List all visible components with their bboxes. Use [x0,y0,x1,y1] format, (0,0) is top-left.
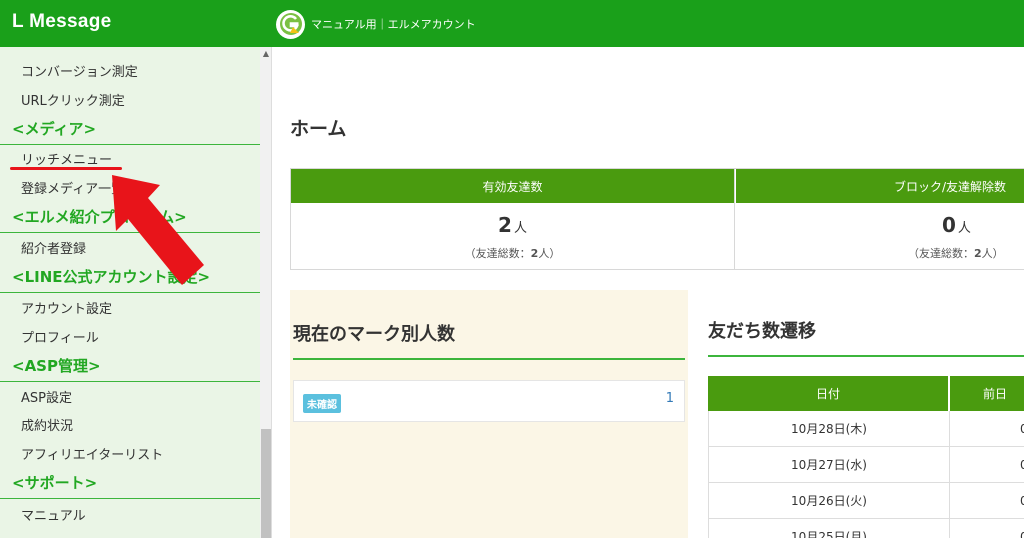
scroll-up-icon[interactable]: ▲ [260,49,271,59]
section-divider [0,292,260,293]
stat-total: （友達総数：2人） [291,245,734,261]
section-divider [0,381,260,382]
mark-count-link[interactable]: 1 [666,391,674,406]
stat-unit: 人 [957,221,971,236]
page-title: ホーム [290,118,347,140]
main-content: ホーム 有効友達数 2人 （友達総数：2人） ブロック/友達解除数 0人 （友達… [273,47,1024,538]
stat-total-prefix: （友達総数： [464,247,531,260]
sidebar: コンバージョン測定 URLクリック測定 <メディア> リッチメニュー 登録メディ… [0,47,272,538]
table-header-date: 日付 [708,376,949,411]
stat-header: 有効友達数 [291,169,734,203]
sidebar-section-asp: <ASP管理> [12,357,101,375]
friend-stats-table: 有効友達数 2人 （友達総数：2人） ブロック/友達解除数 0人 （友達総数：2… [290,168,1024,270]
section-divider [293,358,685,360]
table-cell-value: 0 [950,519,1024,538]
stat-total-value: 2 [974,247,982,260]
sidebar-section-support: <サポート> [12,474,98,492]
sidebar-item-affiliate-list[interactable]: アフィリエイターリスト [21,444,163,463]
table-cell-value: 0 [950,411,1024,447]
mark-badge: 未確認 [303,394,341,413]
section-divider [0,498,260,499]
stat-total-prefix: （友達総数： [908,247,974,260]
sidebar-item-media-list[interactable]: 登録メディア一覧 [21,178,124,197]
sidebar-item-asp-settings[interactable]: ASP設定 [21,387,72,406]
table-header-previous-day: 前日 [950,376,1024,411]
stat-number: 2 [498,213,512,237]
friends-trend-title: 友だち数遷移 [708,321,816,342]
stat-total-suffix: 人） [981,247,1004,260]
red-underline-annotation [10,167,122,170]
sidebar-section-media: <メディア> [12,120,97,138]
stat-number: 0 [942,213,956,237]
table-cell-date: 10月27日(水) [708,447,950,483]
account-switcher[interactable]: マニュアル用｜エルメアカウント [276,9,476,39]
sidebar-item-rich-menu[interactable]: リッチメニュー [21,149,112,168]
section-divider [0,144,260,145]
sidebar-item-url-click[interactable]: URLクリック測定 [21,90,125,109]
sidebar-scrollbar[interactable]: ▲ [260,47,271,538]
mark-count-panel: 現在のマーク別人数 未確認 1 [290,290,688,538]
mark-row: 未確認 1 [293,380,685,422]
account-name: マニュアル用｜エルメアカウント [311,18,476,31]
stat-active-friends: 有効友達数 2人 （友達総数：2人） [291,169,735,269]
sidebar-item-profile[interactable]: プロフィール [21,327,99,346]
stat-value: 2人 [291,213,734,237]
sidebar-item-conversion[interactable]: コンバージョン測定 [21,61,138,80]
sidebar-item-contract-status[interactable]: 成約状況 [21,415,73,434]
table-cell-date: 10月26日(火) [708,483,950,519]
account-logo-icon [276,9,305,39]
brand-logo[interactable]: L Message [12,11,112,33]
table-cell-date: 10月25日(月) [708,519,950,538]
mark-panel-title: 現在のマーク別人数 [293,324,455,345]
table-cell-value: 0 [950,447,1024,483]
stat-header: ブロック/友達解除数 [736,169,1024,203]
table-cell-value: 0 [950,483,1024,519]
red-arrow-icon [112,175,204,285]
stat-total: （友達総数：2人） [736,245,1024,261]
sidebar-item-account-settings[interactable]: アカウント設定 [21,298,112,317]
sidebar-item-manual[interactable]: マニュアル [21,505,86,524]
stat-total-suffix: 人） [538,247,561,260]
stat-blocked-friends: ブロック/友達解除数 0人 （友達総数：2人） [736,169,1024,269]
stat-value: 0人 [736,213,1024,237]
stat-unit: 人 [513,221,527,236]
section-divider [708,355,1024,357]
scroll-thumb[interactable] [261,429,271,538]
table-cell-date: 10月28日(木) [708,411,950,447]
top-bar: L Message マニュアル用｜エルメアカウント [0,0,1024,47]
sidebar-item-referrer-registration[interactable]: 紹介者登録 [21,238,86,257]
